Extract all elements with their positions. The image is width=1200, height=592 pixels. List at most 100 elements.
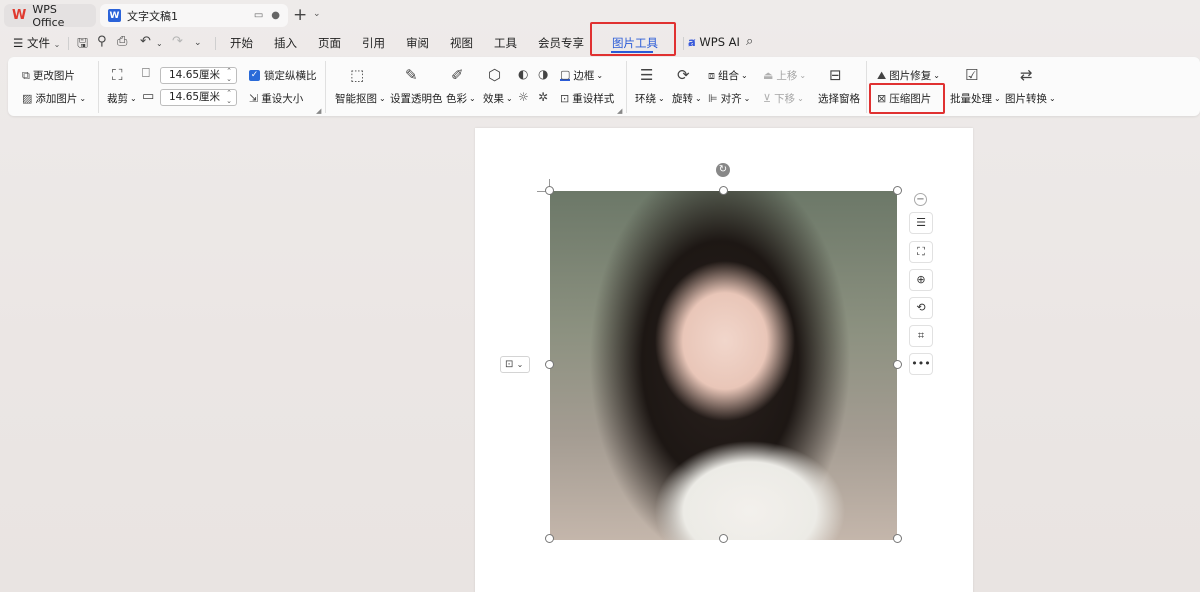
width-stepper-icon[interactable]: ⌃ ⌄: [226, 67, 232, 83]
new-tab-button[interactable]: +: [293, 5, 307, 25]
rotate-picture-icon[interactable]: ⟲: [909, 297, 933, 319]
send-backward-button[interactable]: ⊻ 下移 ⌄: [763, 91, 804, 106]
add-picture-button[interactable]: ▨ 添加图片 ⌄: [22, 91, 86, 106]
selection-pane-button[interactable]: 选择窗格: [818, 91, 860, 106]
crop-button[interactable]: 裁剪 ⌄: [107, 91, 137, 106]
reset-style-button[interactable]: ⊡ 重设样式: [560, 91, 614, 106]
rotate-handle-icon[interactable]: ↻: [716, 163, 730, 177]
align-button[interactable]: ⊫ 对齐 ⌄: [708, 91, 750, 106]
wrap-icon: ☰: [640, 66, 654, 84]
bring-forward-button[interactable]: ⏏ 上移 ⌄: [763, 68, 806, 83]
more-chevron-icon[interactable]: ⌄: [194, 38, 202, 48]
effects-button[interactable]: 效果 ⌄: [483, 91, 513, 106]
layout-options-button[interactable]: ⊡ ⌄: [500, 356, 530, 373]
height-input[interactable]: 14.65厘米 ⌃ ⌄: [160, 89, 237, 106]
batch-process-label: 批量处理: [950, 93, 992, 105]
resize-handle-top-left[interactable]: [545, 186, 554, 195]
wps-logo-icon: W: [12, 8, 27, 23]
print-icon[interactable]: ⎙: [117, 34, 127, 49]
resize-handle-bottom-right[interactable]: [893, 534, 902, 543]
resize-handle-top-right[interactable]: [893, 186, 902, 195]
brightness-up-icon[interactable]: ☼: [518, 90, 529, 104]
reset-size-button[interactable]: ⇲ 重设大小: [249, 91, 303, 106]
smart-cutout-button[interactable]: 智能抠图 ⌄: [335, 91, 386, 106]
width-input[interactable]: 14.65厘米 ⌃ ⌄: [160, 67, 237, 84]
crop-icon[interactable]: ⛶: [112, 66, 123, 84]
crop-label: 裁剪: [107, 93, 128, 105]
tab-document[interactable]: W 文字文稿1 ▭ ●: [100, 4, 288, 27]
reset-style-icon: ⊡: [560, 92, 570, 105]
undo-icon[interactable]: ↶: [140, 34, 151, 49]
set-transparent-button[interactable]: 设置透明色: [390, 91, 443, 106]
lock-ratio-label: 锁定纵横比: [264, 70, 317, 82]
height-stepper-icon[interactable]: ⌃ ⌄: [226, 89, 232, 105]
tab-start[interactable]: 开始: [230, 35, 253, 51]
change-picture-button[interactable]: ⧉ 更改图片: [22, 68, 75, 83]
monitor-icon[interactable]: ▭: [254, 10, 263, 21]
resize-handle-top[interactable]: [719, 186, 728, 195]
chevron-down-icon: ⌄: [799, 71, 807, 80]
tab-picture-tools[interactable]: 图片工具: [612, 35, 658, 51]
smart-cutout-label: 智能抠图: [335, 93, 377, 105]
chevron-down-icon[interactable]: ⌄: [156, 39, 163, 48]
zoom-in-icon[interactable]: ⊕: [909, 269, 933, 291]
color-button[interactable]: 色彩 ⌄: [446, 91, 476, 106]
wps-ai-button[interactable]: ⱥ WPS AI: [688, 35, 740, 49]
search-icon[interactable]: ⌕: [746, 34, 753, 49]
chevron-down-icon: ⌄: [933, 71, 940, 80]
reset-style-label: 重设样式: [572, 93, 615, 105]
group-label: 组合: [718, 70, 739, 82]
resize-handle-bottom[interactable]: [719, 534, 728, 543]
picture-convert-button[interactable]: 图片转换 ⌄: [1005, 91, 1056, 106]
redo-icon[interactable]: ↷: [172, 34, 183, 49]
tab-references[interactable]: 引用: [362, 35, 385, 51]
chevron-down-icon: ⌄: [130, 94, 137, 103]
tab-page[interactable]: 页面: [318, 35, 341, 51]
reset-size-icon: ⇲: [249, 92, 259, 105]
tab-insert[interactable]: 插入: [274, 35, 297, 51]
lock-ratio-checkbox[interactable]: ✓ 锁定纵横比: [249, 68, 317, 83]
picture-repair-button[interactable]: ⛰ 图片修复 ⌄: [877, 68, 940, 83]
tab-wps-office[interactable]: W WPS Office: [4, 2, 96, 29]
picture-convert-label: 图片转换: [1005, 93, 1047, 105]
effects-icon: ⬡: [488, 66, 502, 84]
resize-handle-left[interactable]: [545, 360, 554, 369]
brightness-down-icon[interactable]: ✲: [538, 90, 548, 104]
dialog-launcher-icon[interactable]: ◢: [617, 107, 622, 115]
file-menu[interactable]: ☰ 文件 ⌄: [13, 35, 60, 51]
batch-process-button[interactable]: 批量处理 ⌄: [950, 91, 1001, 106]
tab-tools[interactable]: 工具: [494, 35, 517, 51]
group-button[interactable]: ⧈ 组合 ⌄: [708, 68, 748, 83]
chevron-down-icon[interactable]: ⌄: [313, 9, 321, 19]
wrap-text-icon[interactable]: ☰: [909, 212, 933, 234]
collapse-toolbar-icon[interactable]: −: [914, 193, 927, 206]
tab-review[interactable]: 审阅: [406, 35, 429, 51]
resize-handle-bottom-left[interactable]: [545, 534, 554, 543]
contrast-up-icon[interactable]: ◐: [518, 67, 528, 81]
rotate-button[interactable]: 旋转 ⌄: [672, 91, 702, 106]
tab-view[interactable]: 视图: [450, 35, 473, 51]
ribbon-divider: [98, 61, 99, 113]
chevron-down-icon: ⌄: [658, 94, 665, 103]
tab-wps-office-label: WPS Office: [32, 2, 65, 29]
bring-forward-label: 上移: [776, 70, 798, 82]
tab-member[interactable]: 会员专享: [538, 35, 584, 51]
extract-text-icon[interactable]: ⌗: [909, 325, 933, 347]
picture-repair-label: 图片修复: [889, 70, 932, 82]
transparent-color-icon: ✎: [405, 66, 418, 84]
divider: [683, 37, 684, 50]
format-painter-icon[interactable]: ⚲: [97, 34, 107, 49]
ribbon-divider: [626, 61, 627, 113]
dialog-launcher-icon[interactable]: ◢: [316, 107, 321, 115]
selected-picture[interactable]: [550, 191, 897, 540]
chevron-down-icon: ⌄: [695, 94, 702, 103]
border-button[interactable]: ▢ 边框 ⌄: [560, 68, 603, 83]
wrap-label: 环绕: [635, 93, 656, 105]
resize-handle-right[interactable]: [893, 360, 902, 369]
align-icon: ⊫: [708, 92, 718, 105]
save-icon[interactable]: 🖫: [77, 34, 88, 56]
contrast-down-icon[interactable]: ◑: [538, 67, 548, 81]
more-options-icon[interactable]: •••: [909, 353, 933, 375]
crop-tool-icon[interactable]: ⛶: [909, 241, 933, 263]
wrap-button[interactable]: 环绕 ⌄: [635, 91, 665, 106]
